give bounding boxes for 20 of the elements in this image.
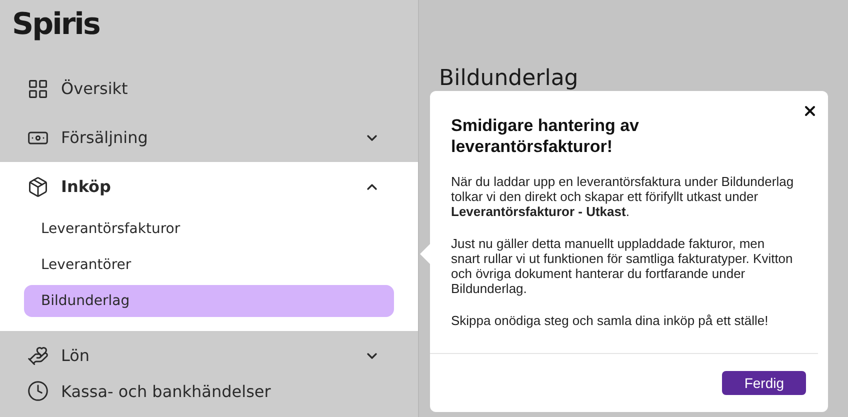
popover-paragraph: Just nu gäller detta manuellt uppladdade fakturor, men snart rullar vi ut funktionen för samtliga fakturatyper. Kvitton och övriga dokument hanterar du fortfarande under Bildunderlag. [451, 236, 794, 296]
logo: Spiris [12, 7, 100, 42]
box-icon [27, 176, 49, 198]
sidebar-item[interactable]: Kassa- och bankhändelser [0, 380, 418, 405]
sidebar-item[interactable]: Lön [0, 331, 418, 380]
submenu-item[interactable]: Leverantörer [24, 249, 394, 281]
grid-icon [27, 78, 49, 100]
clock-icon [27, 380, 49, 402]
sidebar-item[interactable]: Inköp [0, 162, 418, 211]
sidebar-item[interactable]: Försäljning [0, 113, 418, 162]
submenu-item[interactable]: Bildunderlag [24, 285, 394, 317]
popover-paragraph: Skippa onödiga steg och samla dina inköp på ett ställe! [451, 313, 770, 328]
popover-title: Smidigare hantering av leverantörsfakturor! [451, 115, 640, 157]
hand-icon [27, 344, 49, 366]
close-icon [802, 103, 818, 119]
sidebar-item[interactable]: Översikt [0, 64, 418, 113]
submenu-item[interactable]: Leverantörsfakturor [24, 213, 394, 245]
popover-paragraph: När du laddar upp en leverantörsfaktura under Bildunderlag tolkar vi den direkt och skapar ett förifyllt utkast under Leverantörsfakturor - Utkast. [451, 174, 795, 219]
page-title: Bildunderlag [439, 65, 580, 93]
done-button[interactable]: Ferdig [722, 371, 806, 395]
